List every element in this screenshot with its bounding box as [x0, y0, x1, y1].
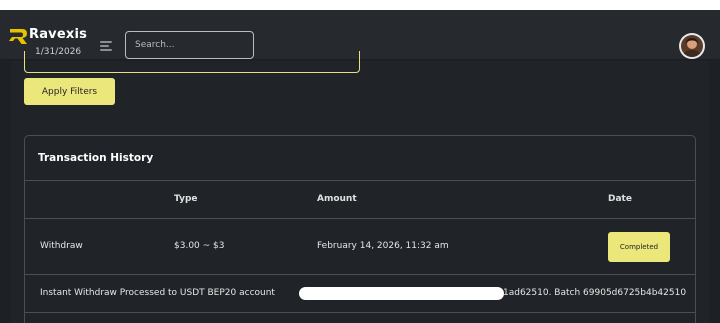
ravexis-r-logo-icon — [9, 29, 27, 44]
divider — [25, 312, 695, 313]
redacted-account-bar — [299, 287, 504, 300]
brand-logo[interactable]: Ravexis — [9, 27, 89, 47]
apply-filters-button[interactable]: Apply Filters — [24, 78, 115, 105]
row-amount: $3.00 ~ $3 — [174, 241, 225, 251]
avatar-photo-icon — [681, 35, 703, 57]
date-filter-input[interactable]: 1/31/2026 — [24, 47, 360, 73]
description-text-end: 1ad62510. Batch 69905d6725b4b42510 — [503, 288, 687, 298]
column-header-type: Type — [174, 194, 198, 204]
hamburger-menu-icon[interactable] — [100, 41, 112, 51]
transaction-history-card: Transaction History Type Amount Date Wit… — [24, 135, 696, 323]
column-header-date: Date — [608, 194, 632, 204]
date-filter-value: 1/31/2026 — [35, 47, 82, 57]
divider — [25, 180, 695, 181]
row-date: February 14, 2026, 11:32 am — [317, 241, 449, 251]
card-title: Transaction History — [38, 152, 154, 164]
column-header-amount: Amount — [317, 194, 357, 204]
status-badge: Completed — [608, 232, 670, 262]
divider — [25, 218, 695, 219]
description-text-start: Instant Withdraw Processed to USDT BEP20… — [40, 288, 275, 298]
row-type: Withdraw — [40, 241, 83, 251]
user-avatar[interactable] — [679, 33, 705, 59]
browser-top-strip — [0, 0, 720, 10]
brand-name: Ravexis — [29, 27, 88, 42]
divider — [25, 274, 695, 275]
